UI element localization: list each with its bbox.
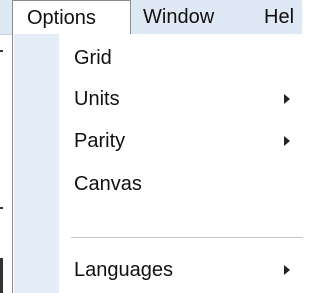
edge-artifact: [0, 50, 3, 52]
menu-help[interactable]: Hel: [264, 0, 294, 34]
menu-item-label: Parity: [74, 130, 126, 152]
menu-item-label: Languages: [74, 259, 173, 281]
menu-item-units[interactable]: Units: [60, 79, 303, 119]
edge-artifact: [0, 207, 3, 209]
menu-item-label: Canvas: [74, 173, 142, 195]
menu-bar: Options Window Hel: [0, 0, 302, 35]
menu-item-canvas[interactable]: Canvas: [60, 164, 303, 204]
options-dropdown-menu: Grid Units Parity Canvas Languages: [12, 34, 303, 293]
submenu-arrow-icon: [284, 265, 290, 275]
menu-item-grid[interactable]: Grid: [60, 38, 303, 78]
submenu-arrow-icon: [284, 136, 290, 146]
menu-separator: [71, 237, 303, 238]
submenu-arrow-icon: [284, 94, 290, 104]
edge-artifact: [0, 258, 3, 293]
menu-item-label: Grid: [74, 47, 112, 69]
menu-item-parity[interactable]: Parity: [60, 121, 303, 161]
menu-icon-gutter: [14, 34, 59, 293]
menu-window[interactable]: Window: [143, 0, 214, 34]
menu-item-languages[interactable]: Languages: [60, 250, 303, 290]
menu-options[interactable]: Options: [12, 0, 131, 35]
menu-item-label: Units: [74, 88, 120, 110]
